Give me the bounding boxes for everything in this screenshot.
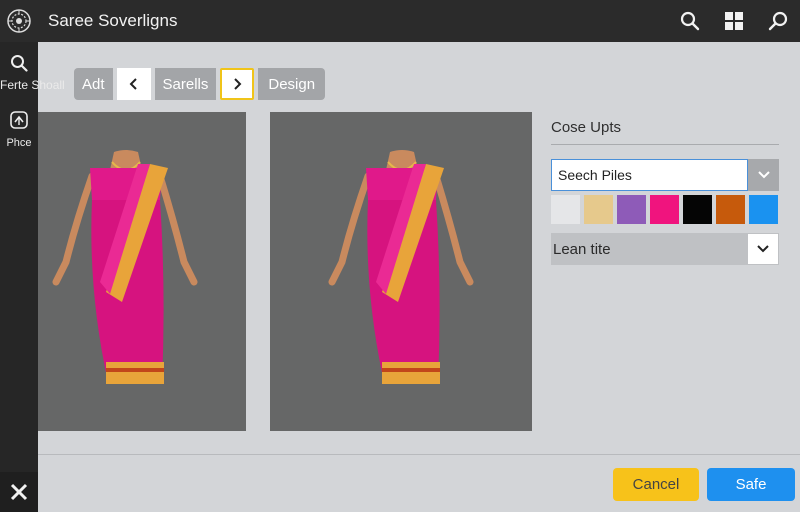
cancel-button[interactable]: Cancel (613, 468, 699, 501)
color-swatch[interactable] (584, 195, 613, 224)
tag-icon (10, 111, 28, 129)
sidebar-item-price[interactable]: Phce (0, 110, 38, 149)
color-swatch[interactable] (650, 195, 679, 224)
color-swatch[interactable] (749, 195, 778, 224)
sarells-button[interactable]: Sarells (154, 68, 217, 100)
chevron-down-icon[interactable] (748, 234, 778, 264)
search-input[interactable] (551, 159, 748, 191)
sidebar-item-search[interactable]: Ferte Shoall (0, 54, 65, 92)
search-alt-icon[interactable] (756, 0, 800, 42)
saree-model-image (328, 150, 474, 384)
sidebar-item-label: Phce (6, 137, 32, 149)
options-panel: Cose Upts Lean tite (551, 112, 779, 265)
grid-icon[interactable] (712, 0, 756, 42)
preview-panel-right (270, 112, 532, 431)
preview-panel-left (38, 112, 246, 431)
sidebar: Ferte Shoall Phce (0, 42, 65, 512)
color-swatch[interactable] (617, 195, 646, 224)
color-swatch[interactable] (683, 195, 712, 224)
chevron-left-icon[interactable] (116, 68, 151, 100)
mandala-logo-icon[interactable] (0, 0, 38, 42)
safe-button[interactable]: Safe (707, 468, 795, 501)
color-swatch[interactable] (551, 195, 580, 224)
app-title: Saree Soverligns (48, 11, 178, 30)
search-row (551, 159, 779, 191)
close-icon[interactable] (0, 472, 38, 512)
toolbar: Adt Sarells Design (74, 68, 326, 100)
lean-select[interactable]: Lean tite (551, 233, 779, 265)
check-chevron-icon[interactable] (748, 159, 779, 191)
lean-label: Lean tite (553, 240, 611, 258)
sidebar-item-label: Ferte Shoall (0, 78, 65, 92)
saree-model-image (52, 150, 198, 384)
design-button[interactable]: Design (258, 68, 326, 100)
footer-divider (38, 454, 800, 455)
search-icon (11, 55, 28, 72)
options-title: Cose Upts (551, 112, 779, 145)
color-swatch[interactable] (716, 195, 745, 224)
adt-button[interactable]: Adt (74, 68, 113, 100)
search-icon[interactable] (668, 0, 712, 42)
chevron-right-icon[interactable] (220, 68, 255, 100)
color-swatches (551, 195, 779, 224)
top-bar: Saree Soverligns (0, 0, 800, 42)
